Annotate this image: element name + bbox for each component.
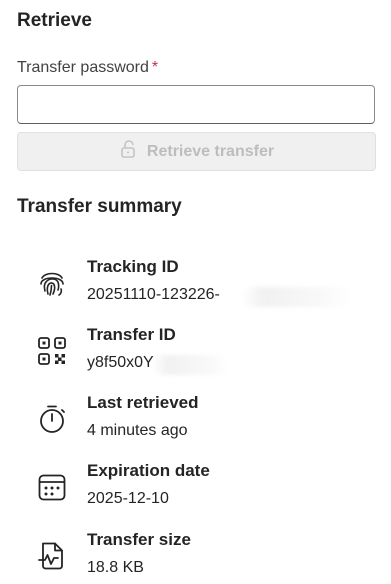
summary-label: Last retrieved: [87, 393, 199, 412]
summary-value: 18.8 KB: [87, 559, 144, 576]
required-marker: *: [151, 59, 159, 76]
summary-label: Tracking ID: [87, 257, 179, 276]
summary-item-expiration-date: Expiration date 2025-12-10: [36, 461, 366, 513]
retrieve-button-label: Retrieve transfer: [146, 142, 275, 160]
summary-heading: Transfer summary: [17, 196, 182, 217]
qr-code-icon: [36, 335, 68, 367]
summary-item-last-retrieved: Last retrieved 4 minutes ago: [36, 393, 366, 445]
unlock-icon: [119, 139, 139, 164]
retrieve-heading: Retrieve: [17, 10, 92, 31]
password-label: Transfer password *: [17, 59, 158, 77]
password-label-text: Transfer password: [17, 59, 149, 76]
summary-label: Transfer size: [87, 530, 191, 549]
summary-item-tracking-id: Tracking ID 20251110-123226-: [36, 257, 366, 309]
summary-value: y8f50x0Y: [87, 354, 154, 371]
summary-value: 4 minutes ago: [87, 422, 188, 439]
fingerprint-icon: [36, 267, 68, 299]
timer-icon: [36, 403, 68, 435]
summary-label: Transfer ID: [87, 325, 176, 344]
calendar-icon: [36, 471, 68, 503]
summary-item-transfer-id: Transfer ID y8f50x0Y: [36, 325, 366, 377]
redaction-blur: [152, 355, 230, 375]
summary-item-transfer-size: Transfer size 18.8 KB: [36, 530, 366, 582]
summary-value: 2025-12-10: [87, 490, 169, 507]
document-pulse-icon: [36, 540, 68, 572]
password-input[interactable]: [17, 85, 375, 124]
retrieve-transfer-button[interactable]: Retrieve transfer: [17, 132, 376, 171]
summary-label: Expiration date: [87, 461, 210, 480]
redaction-blur: [241, 287, 353, 307]
summary-value: 20251110-123226-: [87, 286, 220, 303]
